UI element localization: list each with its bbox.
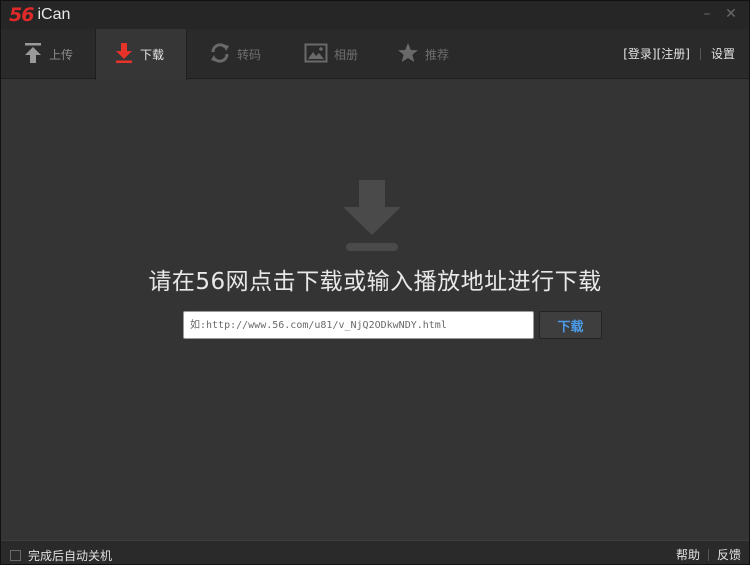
upload-icon xyxy=(23,42,43,67)
account-links: [登录] [注册] 设置 xyxy=(623,45,735,62)
close-button[interactable]: ✕ xyxy=(722,5,740,23)
tab-recommend[interactable]: 推荐 xyxy=(379,29,469,79)
page-headline: 请在56网点击下载或输入播放地址进行下载 xyxy=(148,269,602,295)
status-bar: 完成后自动关机 帮助 反馈 xyxy=(1,540,749,564)
app-window: 56 iCan – ✕ 上传 下载 转码 相册 推荐 [登录] [注册] 设置 … xyxy=(0,0,750,565)
tab-album-label: 相册 xyxy=(334,47,359,62)
settings-link[interactable]: 设置 xyxy=(711,45,735,62)
app-logo: 56 iCan xyxy=(9,4,71,26)
album-icon xyxy=(304,43,328,66)
footer-links: 帮助 反馈 xyxy=(676,546,741,563)
tab-recommend-label: 推荐 xyxy=(425,47,450,62)
feedback-link[interactable]: 反馈 xyxy=(717,546,741,563)
tab-album[interactable]: 相册 xyxy=(286,29,376,79)
download-arrow-icon xyxy=(341,180,405,255)
auto-shutdown-option[interactable]: 完成后自动关机 xyxy=(10,547,112,564)
minimize-button[interactable]: – xyxy=(698,5,716,23)
url-input[interactable] xyxy=(183,311,534,339)
tab-download-label: 下载 xyxy=(140,48,165,62)
divider xyxy=(707,548,709,561)
tab-upload[interactable]: 上传 xyxy=(5,29,93,79)
register-link[interactable]: [注册] xyxy=(657,45,690,62)
tab-convert-label: 转码 xyxy=(237,47,262,62)
tab-convert[interactable]: 转码 xyxy=(191,29,281,79)
download-button[interactable]: 下载 xyxy=(539,311,602,339)
auto-shutdown-label: 完成后自动关机 xyxy=(28,549,113,563)
title-bar: 56 iCan – ✕ xyxy=(1,1,749,29)
divider xyxy=(699,47,701,60)
logo-number: 56 xyxy=(9,4,34,26)
help-link[interactable]: 帮助 xyxy=(676,546,700,563)
star-icon xyxy=(397,42,419,67)
download-panel: 请在56网点击下载或输入播放地址进行下载 下载 xyxy=(1,80,749,540)
auto-shutdown-checkbox[interactable] xyxy=(10,550,21,561)
download-icon xyxy=(114,42,134,67)
main-toolbar: 上传 下载 转码 相册 推荐 [登录] [注册] 设置 xyxy=(1,29,749,80)
logo-name: iCan xyxy=(37,6,71,23)
login-link[interactable]: [登录] xyxy=(623,45,656,62)
tab-download[interactable]: 下载 xyxy=(95,29,187,80)
tab-upload-label: 上传 xyxy=(49,47,74,62)
convert-icon xyxy=(209,42,231,67)
